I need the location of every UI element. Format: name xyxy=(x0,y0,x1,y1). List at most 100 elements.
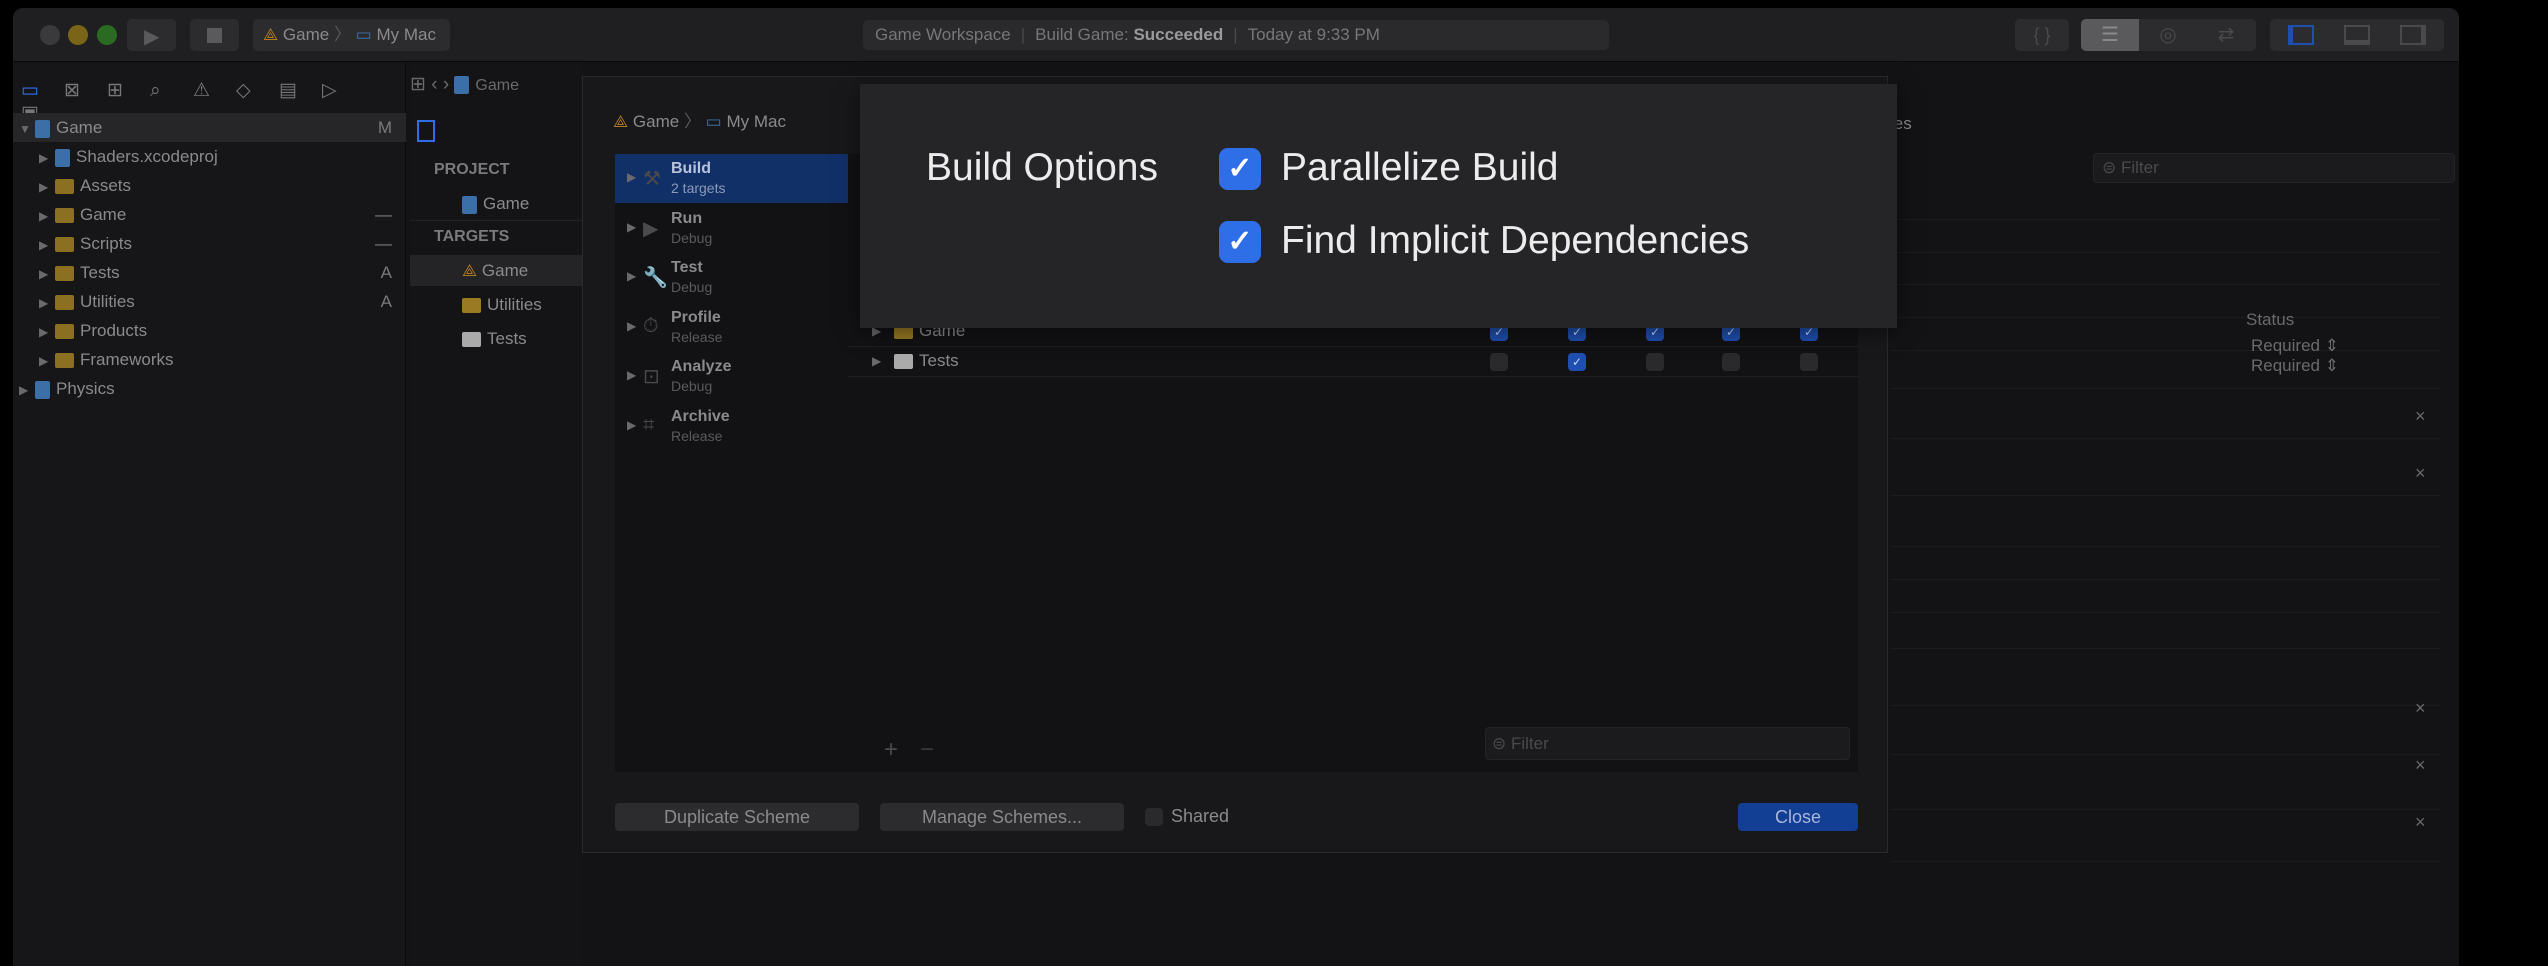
inspector-toggle-icon[interactable] xyxy=(2400,25,2426,45)
navigator-item[interactable]: ▼ Game M xyxy=(13,113,406,142)
search-icon[interactable]: ⌕ xyxy=(150,80,193,102)
target-action-checkbox[interactable] xyxy=(1800,353,1818,371)
zoom-window-button[interactable] xyxy=(97,25,117,45)
jump-bar-file[interactable]: Game xyxy=(475,77,519,94)
mac-icon: ▭ xyxy=(705,112,722,131)
play-icon: ▶ xyxy=(144,26,160,48)
disclosure-triangle-icon[interactable]: ▶ xyxy=(39,144,55,173)
disclosure-triangle-icon[interactable]: ▶ xyxy=(627,319,643,333)
remove-icon[interactable]: × xyxy=(2415,406,2426,427)
disclosure-triangle-icon[interactable]: ▼ xyxy=(19,115,35,144)
target-item-tests[interactable]: Tests xyxy=(462,329,527,349)
remove-icon[interactable]: × xyxy=(2415,698,2426,719)
debug-area-toggle-icon[interactable] xyxy=(2344,25,2370,45)
editor-filter-field[interactable]: ⊜ Filter xyxy=(2093,153,2455,183)
scheme-action-profile[interactable]: ▶ ⏱ Profile Release xyxy=(615,303,848,352)
scheme-action-build[interactable]: ▶ ⚒ Build 2 targets xyxy=(615,154,848,203)
disclosure-triangle-icon[interactable]: ▶ xyxy=(39,260,55,289)
version-editor-button[interactable]: ⇄ xyxy=(2197,19,2255,51)
disclosure-triangle-icon[interactable]: ▶ xyxy=(627,170,643,184)
disclosure-triangle-icon[interactable]: ▶ xyxy=(39,231,55,260)
disclosure-triangle-icon[interactable]: ▶ xyxy=(39,318,55,347)
shared-checkbox[interactable] xyxy=(1145,808,1163,826)
test-icon: 🔧 xyxy=(643,267,668,289)
close-window-button[interactable] xyxy=(40,25,60,45)
hierarchy-icon[interactable]: ⊞ xyxy=(107,79,150,102)
breakpoint-icon[interactable]: ▷ xyxy=(322,79,365,102)
project-item[interactable]: Game xyxy=(462,194,529,214)
find-implicit-dependencies-checkbox[interactable]: ✓ xyxy=(1219,221,1261,263)
build-options-callout: Build Options ✓ Parallelize Build ✓ Find… xyxy=(860,84,1897,328)
grid-icon[interactable]: ⊞ xyxy=(410,74,426,95)
minimize-window-button[interactable] xyxy=(68,25,88,45)
disclosure-triangle-icon[interactable]: ▶ xyxy=(872,354,888,368)
sheet-breadcrumb[interactable]: ⟁ Game 〉 ▭ My Mac xyxy=(613,107,786,132)
navigator-item[interactable]: ▶ Frameworks xyxy=(13,345,406,374)
target-action-checkbox[interactable] xyxy=(1722,353,1740,371)
navigator-item[interactable]: ▶ Products xyxy=(13,316,406,345)
disclosure-triangle-icon[interactable]: ▶ xyxy=(627,368,643,382)
disclosure-triangle-icon[interactable]: ▶ xyxy=(19,376,35,405)
source-control-icon[interactable]: ⊠ xyxy=(64,79,107,102)
navigator-toggle-icon[interactable] xyxy=(2288,25,2314,45)
disclosure-triangle-icon[interactable]: ▶ xyxy=(39,202,55,231)
status-popup[interactable]: Required ⇕ xyxy=(2251,336,2339,356)
navigator-item[interactable]: ▶ Utilities A xyxy=(13,287,406,316)
navigator-item[interactable]: ▶ Scripts — xyxy=(13,229,406,258)
activity-status: Game Workspace | Build Game: Succeeded | Tod… xyxy=(863,20,1609,50)
parallelize-build-label: Parallelize Build xyxy=(1281,146,1559,189)
manage-schemes-button[interactable]: Manage Schemes... xyxy=(880,803,1124,831)
navigator-item[interactable]: ▶ Tests A xyxy=(13,258,406,287)
scm-badge: M xyxy=(377,118,392,137)
test-bundle-icon xyxy=(462,332,481,348)
target-filter-field[interactable]: ⊜ Filter xyxy=(1485,727,1850,760)
target-action-checkbox[interactable] xyxy=(1646,353,1664,371)
navigator-item[interactable]: ▶ Shaders.xcodeproj xyxy=(13,142,406,171)
disclosure-triangle-icon[interactable]: ▶ xyxy=(39,289,55,318)
scheme-action-test[interactable]: ▶ 🔧 Test Debug xyxy=(615,253,848,302)
target-icon xyxy=(894,354,913,370)
close-button[interactable]: Close xyxy=(1738,803,1858,831)
scheme-action-analyze[interactable]: ▶ ⊡ Analyze Debug xyxy=(615,352,848,401)
target-item-game[interactable]: ⟁ Game xyxy=(410,255,582,286)
target-item-utilities[interactable]: Utilities xyxy=(462,295,542,315)
navigator-item[interactable]: ▶ Assets xyxy=(13,171,406,200)
remove-icon[interactable]: × xyxy=(2415,463,2426,484)
remove-icon[interactable]: × xyxy=(2415,812,2426,833)
parallelize-build-checkbox[interactable]: ✓ xyxy=(1219,148,1261,190)
disclosure-triangle-icon[interactable]: ▶ xyxy=(39,173,55,202)
test-icon[interactable]: ◇ xyxy=(236,79,279,102)
checkmark-icon: ✓ xyxy=(1227,152,1253,185)
disclosure-triangle-icon[interactable]: ▶ xyxy=(627,220,643,234)
stepper-icon: ⇕ xyxy=(2324,336,2339,355)
targets-header: TARGETS xyxy=(434,228,510,245)
target-action-checkbox[interactable] xyxy=(1490,353,1508,371)
back-icon[interactable]: ‹ xyxy=(431,74,437,95)
target-action-checkbox[interactable]: ✓ xyxy=(1568,353,1586,371)
disclosure-triangle-icon[interactable]: ▶ xyxy=(627,418,643,432)
navigator-item[interactable]: ▶ Physics xyxy=(13,374,406,403)
duplicate-scheme-button[interactable]: Duplicate Scheme xyxy=(615,803,859,831)
add-target-button[interactable]: + xyxy=(884,736,898,764)
arrows-icon: ⇄ xyxy=(2217,24,2235,46)
debug-icon[interactable]: ▤ xyxy=(279,79,322,102)
run-button[interactable]: ▶ xyxy=(127,19,176,51)
scheme-selector[interactable]: ⟁ Game 〉 ▭ My Mac xyxy=(253,19,450,51)
disclosure-triangle-icon[interactable]: ▶ xyxy=(627,269,643,283)
navigator-item[interactable]: ▶ Game — xyxy=(13,200,406,229)
scheme-action-run[interactable]: ▶ ▶ Run Debug xyxy=(615,204,848,253)
sidebar-toggle-icon[interactable] xyxy=(417,120,435,142)
folder-icon[interactable]: ▭ xyxy=(21,79,64,102)
scm-badge: A xyxy=(380,292,392,311)
forward-icon[interactable]: › xyxy=(443,74,449,95)
standard-editor-button[interactable]: ☰ xyxy=(2081,19,2139,51)
warning-icon[interactable]: ⚠ xyxy=(193,79,236,102)
remove-target-button[interactable]: − xyxy=(920,736,934,764)
status-popup[interactable]: Required ⇕ xyxy=(2251,356,2339,376)
scheme-action-archive[interactable]: ▶ ⌗ Archive Release xyxy=(615,402,848,451)
library-button[interactable]: { } xyxy=(2015,19,2069,51)
disclosure-triangle-icon[interactable]: ▶ xyxy=(39,347,55,376)
assistant-editor-button[interactable]: ◎ xyxy=(2139,19,2197,51)
stop-button[interactable] xyxy=(190,19,239,51)
remove-icon[interactable]: × xyxy=(2415,755,2426,776)
